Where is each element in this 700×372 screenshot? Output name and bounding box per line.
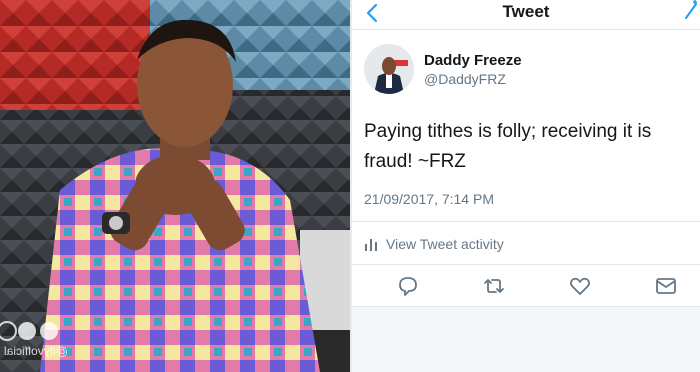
view-activity-link[interactable]: View Tweet activity (364, 234, 504, 254)
analytics-bars-icon (365, 239, 377, 251)
reply-button[interactable] (396, 274, 420, 298)
display-name[interactable]: Daddy Freeze (424, 52, 522, 69)
action-bar (352, 274, 700, 298)
facebook-icon (18, 322, 36, 340)
page-title: Tweet (502, 2, 550, 21)
photo-panel: @ifyvofficial (0, 0, 350, 372)
user-handle[interactable]: @DaddyFRZ (424, 71, 506, 87)
direct-message-icon (656, 278, 676, 294)
like-icon (570, 277, 590, 295)
profile-photo (364, 44, 414, 94)
separator (352, 221, 700, 222)
compose-button[interactable] (684, 0, 698, 20)
watermark-handle: @ifyvofficial (4, 344, 68, 358)
nav-bar: Tweet (352, 0, 700, 30)
direct-message-button[interactable] (654, 274, 678, 298)
footer-area (352, 307, 700, 372)
avatar[interactable] (364, 44, 414, 94)
twitter-icon (40, 322, 58, 340)
tweet-text: Paying tithes is folly; receiving it is … (364, 121, 652, 172)
like-button[interactable] (568, 274, 592, 298)
reply-icon (399, 277, 417, 296)
tweet-timestamp: 21/09/2017, 7:14 PM (364, 191, 494, 207)
studio-photo (0, 0, 350, 372)
retweet-button[interactable] (482, 274, 506, 298)
tweet-panel: Tweet Daddy Freeze @DaddyFRZ Paying tith… (352, 0, 700, 372)
view-activity-label: View Tweet activity (386, 236, 504, 252)
compose-icon (685, 0, 697, 19)
retweet-icon (484, 279, 504, 293)
separator (352, 264, 700, 265)
